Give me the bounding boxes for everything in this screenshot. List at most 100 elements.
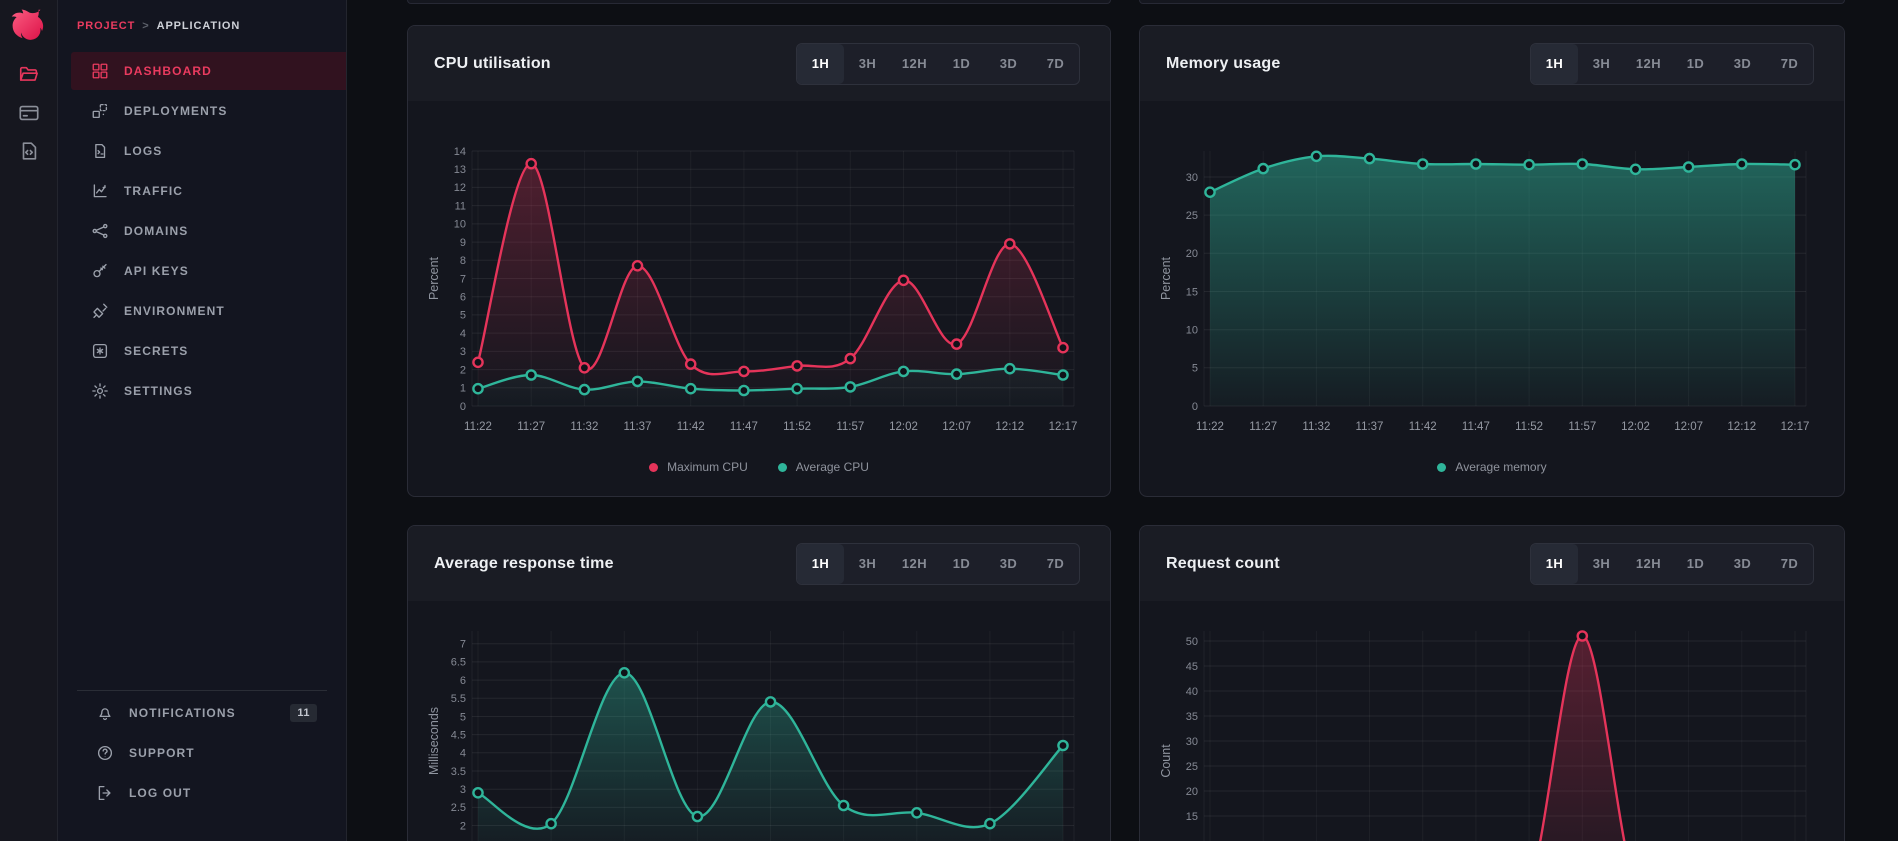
range-button-12h[interactable]: 12H — [891, 544, 938, 584]
svg-text:0: 0 — [1192, 401, 1198, 413]
breadcrumb-application-link[interactable]: APPLICATION — [157, 20, 241, 32]
svg-text:15: 15 — [1186, 286, 1198, 298]
svg-text:Percent: Percent — [1159, 256, 1173, 300]
range-button-7d[interactable]: 7D — [1766, 544, 1813, 584]
cpu-legend: Maximum CPU Average CPU — [408, 460, 1110, 474]
svg-text:11:47: 11:47 — [1462, 421, 1490, 433]
range-button-3h[interactable]: 3H — [844, 544, 891, 584]
range-button-3h[interactable]: 3H — [844, 44, 891, 84]
range-button-1d[interactable]: 1D — [1672, 544, 1719, 584]
range-button-1h[interactable]: 1H — [797, 544, 844, 584]
svg-text:5: 5 — [460, 711, 466, 723]
sidebar-item-traffic[interactable]: TRAFFIC — [71, 172, 346, 210]
cpu-card-title: CPU utilisation — [434, 55, 551, 73]
sidebar-item-secrets[interactable]: SECRETS — [71, 332, 346, 370]
range-button-1h[interactable]: 1H — [1531, 544, 1578, 584]
svg-text:5: 5 — [1192, 363, 1198, 375]
svg-text:11:57: 11:57 — [836, 421, 864, 433]
range-button-3h[interactable]: 3H — [1578, 544, 1625, 584]
sidebar-item-environment[interactable]: ENVIRONMENT — [71, 292, 346, 330]
svg-text:30: 30 — [1186, 736, 1198, 748]
range-button-3d[interactable]: 3D — [985, 544, 1032, 584]
sidebar-item-settings[interactable]: SETTINGS — [71, 372, 346, 410]
memory-card-title: Memory usage — [1166, 55, 1280, 73]
svg-text:11:27: 11:27 — [1249, 421, 1277, 433]
range-button-3d[interactable]: 3D — [1719, 44, 1766, 84]
range-button-1d[interactable]: 1D — [1672, 44, 1719, 84]
sidebar-item-label: SECRETS — [124, 344, 188, 358]
sidebar-item-label: ENVIRONMENT — [124, 304, 225, 318]
sidebar-item-domains[interactable]: DOMAINS — [71, 212, 346, 250]
range-button-3d[interactable]: 3D — [985, 44, 1032, 84]
svg-text:12:12: 12:12 — [995, 421, 1024, 433]
sidebar-footer-divider — [77, 690, 327, 691]
svg-text:6: 6 — [460, 675, 466, 687]
svg-text:11:47: 11:47 — [730, 421, 758, 433]
sidebar-item-support[interactable]: SUPPORT — [58, 735, 346, 771]
request-count-card: Request count 1H3H12H1D3D7D 152025303540… — [1139, 525, 1845, 841]
range-button-1d[interactable]: 1D — [938, 544, 985, 584]
request-count-chart-svg: 1520253035404550Count — [1158, 611, 1818, 841]
svg-text:Milliseconds: Milliseconds — [427, 707, 441, 775]
svg-text:Count: Count — [1159, 744, 1173, 778]
svg-text:4: 4 — [460, 328, 466, 340]
svg-text:15: 15 — [1186, 811, 1198, 823]
memory-time-range-group: 1H3H12H1D3D7D — [1530, 43, 1814, 85]
rail-file-code-icon[interactable] — [18, 140, 40, 162]
sidebar-item-dashboard[interactable]: DASHBOARD — [71, 52, 346, 90]
svg-text:7: 7 — [460, 639, 466, 651]
sidebar-item-log-out[interactable]: LOG OUT — [58, 775, 346, 811]
range-button-7d[interactable]: 7D — [1766, 44, 1813, 84]
svg-text:11:22: 11:22 — [1196, 421, 1224, 433]
sidebar-item-label: API KEYS — [124, 264, 189, 278]
sidebar-item-label: SUPPORT — [129, 746, 195, 760]
breadcrumb-project-link[interactable]: PROJECT — [77, 20, 135, 32]
rail-folder-open-icon[interactable] — [18, 64, 40, 86]
range-button-7d[interactable]: 7D — [1032, 544, 1079, 584]
range-button-1h[interactable]: 1H — [797, 44, 844, 84]
svg-text:7: 7 — [460, 273, 466, 285]
svg-text:11:57: 11:57 — [1568, 421, 1596, 433]
legend-dot-icon — [778, 463, 787, 472]
sidebar-item-label: SETTINGS — [124, 384, 193, 398]
range-button-3h[interactable]: 3H — [1578, 44, 1625, 84]
sidebar-item-label: LOGS — [124, 144, 162, 158]
sidebar-item-notifications[interactable]: NOTIFICATIONS 11 — [58, 695, 346, 731]
northflank-logo[interactable] — [9, 8, 49, 42]
sidebar-item-deployments[interactable]: DEPLOYMENTS — [71, 92, 346, 130]
svg-text:11:32: 11:32 — [1302, 421, 1330, 433]
svg-text:0: 0 — [460, 401, 466, 413]
legend-dot-icon — [1437, 463, 1446, 472]
cpu-card-header: CPU utilisation 1H3H12H1D3D7D — [408, 26, 1110, 101]
settings-gear-icon — [91, 382, 109, 400]
svg-text:5: 5 — [460, 310, 466, 322]
sidebar: PROJECT > APPLICATION DASHBOARD DEPLOYME… — [58, 0, 347, 841]
secrets-icon — [91, 342, 109, 360]
svg-text:45: 45 — [1186, 661, 1198, 673]
svg-text:13: 13 — [454, 164, 466, 176]
range-button-7d[interactable]: 7D — [1032, 44, 1079, 84]
environment-icon — [91, 302, 109, 320]
svg-text:3: 3 — [460, 346, 466, 358]
range-button-12h[interactable]: 12H — [1625, 44, 1672, 84]
range-button-3d[interactable]: 3D — [1719, 544, 1766, 584]
cpu-chart: 0123456789101112131411:2211:2711:3211:37… — [426, 131, 1110, 456]
rail-credit-card-icon[interactable] — [18, 102, 40, 124]
cpu-time-range-group: 1H3H12H1D3D7D — [796, 43, 1080, 85]
svg-text:5.5: 5.5 — [451, 693, 466, 705]
range-button-12h[interactable]: 12H — [891, 44, 938, 84]
svg-text:35: 35 — [1186, 711, 1198, 723]
svg-text:6.5: 6.5 — [451, 657, 466, 669]
legend-item-average-memory: Average memory — [1437, 460, 1546, 474]
range-button-1d[interactable]: 1D — [938, 44, 985, 84]
svg-text:12:17: 12:17 — [1049, 421, 1078, 433]
dashboard-grid-icon — [91, 62, 109, 80]
sidebar-item-logs[interactable]: LOGS — [71, 132, 346, 170]
key-icon — [91, 262, 109, 280]
sidebar-item-label: TRAFFIC — [124, 184, 183, 198]
legend-dot-icon — [649, 463, 658, 472]
range-button-1h[interactable]: 1H — [1531, 44, 1578, 84]
deployments-icon — [91, 102, 109, 120]
sidebar-item-api-keys[interactable]: API KEYS — [71, 252, 346, 290]
range-button-12h[interactable]: 12H — [1625, 544, 1672, 584]
